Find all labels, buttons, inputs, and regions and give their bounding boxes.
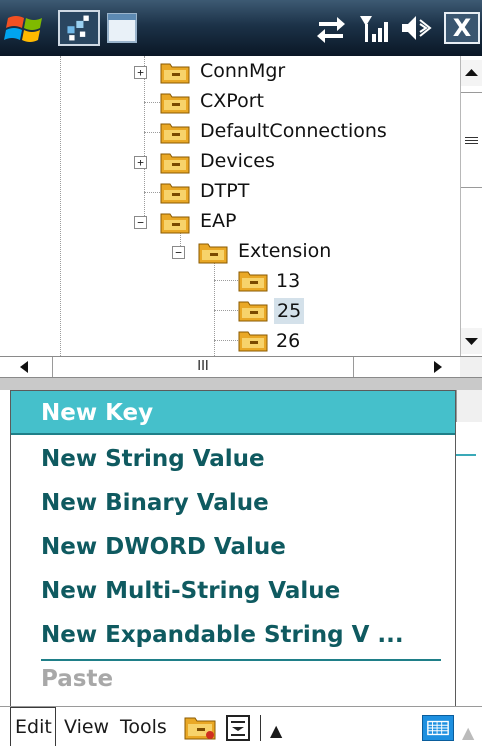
folder-icon (160, 213, 190, 234)
vertical-scrollbar[interactable] (460, 56, 482, 356)
scrollbar-corner (460, 357, 482, 377)
tree-guide-line (214, 280, 238, 281)
tree-guide-line (144, 56, 145, 224)
menu-item-new-multi-string-value[interactable]: New Multi-String Value (11, 569, 455, 613)
windows-start-icon[interactable] (4, 10, 52, 46)
folder-icon (160, 93, 190, 114)
scroll-left-arrow-icon[interactable] (0, 357, 46, 377)
folder-icon (198, 243, 228, 264)
scroll-thumb[interactable] (461, 92, 482, 188)
collapse-toggle[interactable]: − (134, 216, 147, 229)
menu-view[interactable]: View (64, 707, 109, 746)
properties-icon[interactable] (226, 715, 250, 741)
scroll-up-arrow-icon[interactable] (461, 60, 482, 86)
tree-item-label-selected[interactable]: 25 (274, 298, 305, 324)
folder-icon (238, 331, 268, 352)
menu-bar-divider (260, 715, 261, 741)
tree-guide-line (214, 310, 238, 311)
list-column-header[interactable] (456, 390, 482, 422)
tree-guide-line (144, 102, 160, 103)
menu-edit[interactable]: Edit (10, 707, 56, 746)
tree-item-label[interactable]: Extension (238, 238, 331, 264)
bottom-menu-bar: Edit View Tools ▲ ▲ (0, 706, 482, 746)
folder-icon (238, 301, 268, 322)
tree-item-label[interactable]: Devices (200, 148, 275, 174)
menu-item-paste: Paste (41, 666, 114, 692)
collapse-toggle[interactable]: − (172, 246, 185, 259)
edit-menu-popup: New Key New String Value New Binary Valu… (10, 390, 456, 706)
menu-item-new-expandable-string-value[interactable]: New Expandable String V ... (11, 613, 455, 657)
window-app-icon[interactable] (104, 10, 140, 46)
tree-guide-line (214, 256, 215, 356)
tree-item-label[interactable]: 13 (276, 268, 300, 294)
menu-item-new-string-value[interactable]: New String Value (11, 437, 455, 481)
tree-guide-line (60, 56, 61, 356)
folder-icon (238, 271, 268, 292)
scroll-thumb-horizontal[interactable]: III (52, 357, 354, 377)
tree-item-label[interactable]: 26 (276, 328, 300, 354)
input-panel-arrow-icon[interactable]: ▲ (462, 713, 474, 746)
folder-icon (160, 123, 190, 144)
signal-strength-icon[interactable] (358, 10, 394, 46)
keyboard-icon[interactable] (422, 715, 454, 741)
grip-icon (465, 137, 478, 144)
menu-up-arrow-icon[interactable]: ▲ (270, 711, 282, 746)
horizontal-scrollbar[interactable]: III (0, 356, 482, 378)
registry-tree[interactable]: + ConnMgr CXPort DefaultConnections + De… (0, 56, 460, 356)
expand-toggle[interactable]: + (134, 66, 147, 79)
tree-item-label[interactable]: DTPT (200, 178, 249, 204)
tree-item-label[interactable]: EAP (200, 208, 236, 234)
menu-item-new-key[interactable]: New Key (11, 391, 455, 435)
tree-guide-line (144, 192, 160, 193)
list-divider (456, 454, 476, 456)
pane-splitter[interactable] (0, 378, 482, 390)
tree-guide-line (214, 340, 238, 341)
tree-item-label[interactable]: ConnMgr (200, 58, 285, 84)
scroll-right-arrow-icon[interactable] (408, 357, 454, 377)
expand-toggle[interactable]: + (134, 156, 147, 169)
registry-app-icon[interactable] (58, 10, 100, 46)
folder-icon[interactable] (184, 713, 216, 741)
connectivity-icon[interactable] (313, 10, 349, 46)
tree-guide-line (144, 132, 160, 133)
folder-icon (160, 183, 190, 204)
menu-item-new-dword-value[interactable]: New DWORD Value (11, 525, 455, 569)
menu-tools[interactable]: Tools (120, 707, 167, 746)
scroll-down-arrow-icon[interactable] (461, 328, 482, 354)
close-icon[interactable]: X (444, 12, 480, 44)
folder-icon (160, 63, 190, 84)
folder-icon (160, 153, 190, 174)
tree-item-label[interactable]: DefaultConnections (200, 118, 387, 144)
status-bar: X (0, 0, 482, 56)
tree-item-label[interactable]: CXPort (200, 88, 264, 114)
menu-item-new-binary-value[interactable]: New Binary Value (11, 481, 455, 525)
volume-icon[interactable] (400, 10, 434, 46)
